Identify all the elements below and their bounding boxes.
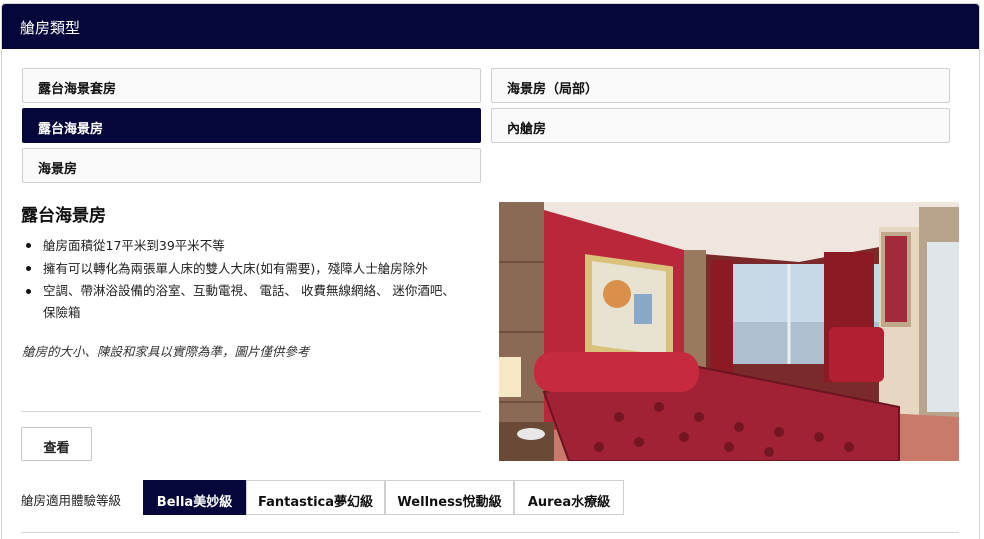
feature-item: 擁有可以轉化為兩張單人床的雙人大床(如有需要)，殘障人士艙房除外	[23, 257, 478, 280]
feature-item: 艙房面積從17平米到39平米不等	[23, 234, 478, 257]
room-type-oceanview-partial[interactable]: 海景房（局部）	[491, 68, 950, 103]
room-title: 露台海景房	[21, 206, 106, 226]
tab-bella[interactable]: Bella美妙級	[143, 480, 246, 515]
level-label: 艙房適用體驗等級	[21, 493, 122, 508]
feature-item: 空調、帶淋浴設備的浴室、互動電視、 電話、 收費無線網絡、 迷你酒吧、 保險箱	[23, 280, 478, 324]
room-type-balcony[interactable]: 露台海景房	[22, 108, 481, 143]
panel-header: 艙房類型	[2, 4, 979, 49]
feature-list: 艙房面積從17平米到39平米不等 擁有可以轉化為兩張單人床的雙人大床(如有需要)…	[23, 234, 478, 324]
tab-wellness[interactable]: Wellness悅動級	[385, 480, 514, 515]
room-type-oceanview[interactable]: 海景房	[22, 148, 481, 183]
disclaimer-note: 艙房的大小、陳設和家具以實際為準，圖片僅供參考	[22, 344, 310, 359]
bottom-divider	[21, 532, 959, 533]
room-type-interior[interactable]: 內艙房	[491, 108, 950, 143]
view-button[interactable]: 查看	[21, 427, 92, 461]
tab-fantastica[interactable]: Fantastica夢幻級	[246, 480, 385, 515]
tab-aurea[interactable]: Aurea水療級	[514, 480, 624, 515]
room-type-balcony-suite[interactable]: 露台海景套房	[22, 68, 481, 103]
room-photo	[499, 202, 959, 461]
divider	[21, 411, 481, 412]
